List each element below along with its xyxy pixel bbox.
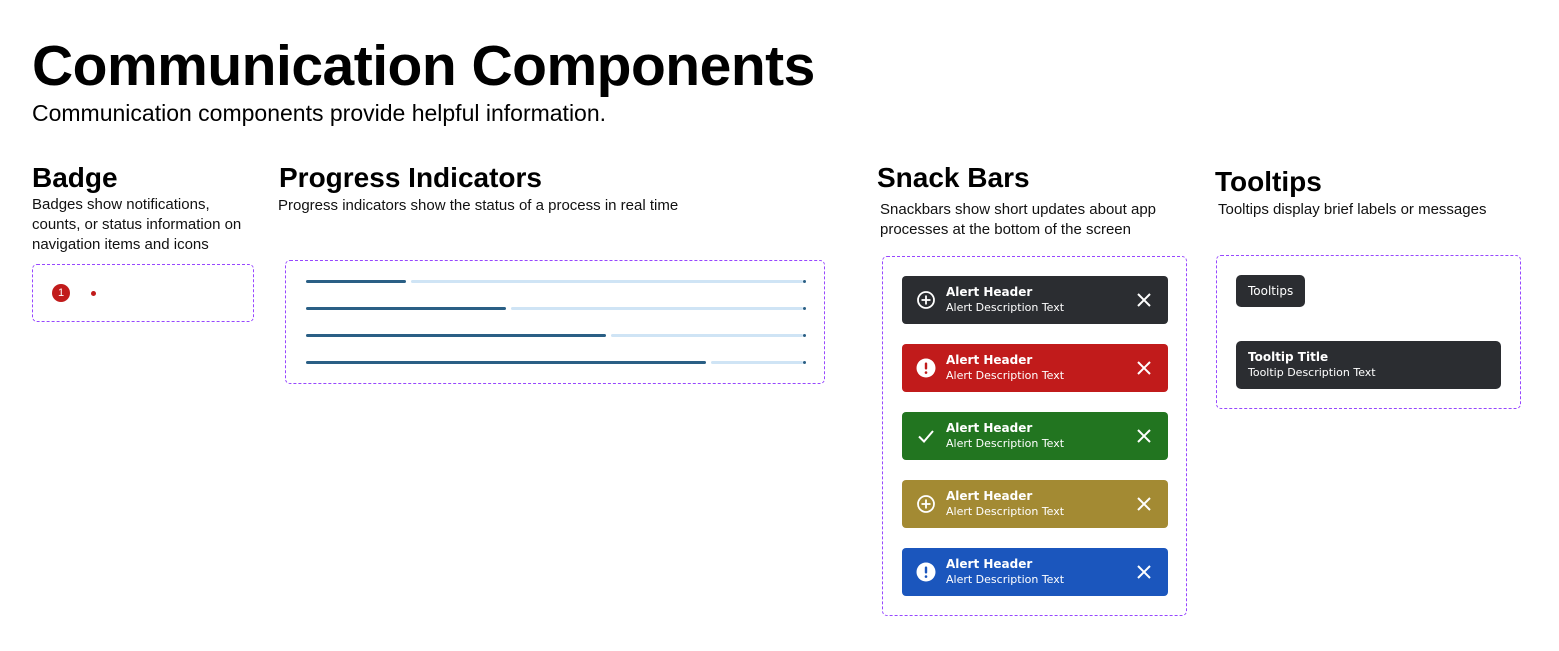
close-icon[interactable] (1134, 290, 1154, 310)
progress-section-description: Progress indicators show the status of a… (278, 197, 679, 214)
snackbar: Alert Header Alert Description Text (902, 344, 1168, 392)
progress-bar-remaining (511, 307, 803, 310)
progress-bar-remaining (411, 280, 803, 283)
progress-bar (306, 307, 806, 310)
close-icon[interactable] (1134, 358, 1154, 378)
progress-bar-fill (306, 334, 606, 337)
plus-circle-icon (917, 495, 935, 513)
progress-bar-remaining (711, 361, 803, 364)
badge-examples-frame: 1 (32, 264, 254, 322)
tooltips-examples-frame: Tooltips Tooltip Title Tooltip Descripti… (1216, 255, 1521, 409)
exclamation-circle-icon (916, 358, 936, 378)
progress-bar-fill (306, 280, 406, 283)
snackbar-header: Alert Header (946, 421, 1033, 435)
page-subtitle: Communication components provide helpful… (32, 100, 607, 126)
snackbar-text: Alert Header Alert Description Text (946, 420, 1064, 452)
snackbar-description: Alert Description Text (946, 301, 1065, 314)
progress-bar (306, 334, 806, 337)
progress-bar-end-dot (803, 307, 806, 310)
snackbar-text: Alert Header Alert Description Text (946, 556, 1064, 588)
progress-bar-end-dot (803, 334, 806, 337)
badge-section-description: Badges show notifications, counts, or st… (32, 196, 242, 253)
badge-section-title: Badge (32, 162, 118, 193)
progress-examples-frame (285, 260, 825, 384)
tooltip-description: Tooltip Description Text (1248, 366, 1376, 379)
badge-dot (91, 291, 96, 296)
progress-section-title: Progress Indicators (279, 162, 542, 193)
snackbar-header: Alert Header (946, 285, 1033, 299)
progress-bar (306, 361, 806, 364)
progress-bar (306, 280, 806, 283)
progress-bar-remaining (611, 334, 803, 337)
snackbar: Alert Header Alert Description Text (902, 480, 1168, 528)
progress-bar-fill (306, 307, 506, 310)
snackbar-description: Alert Description Text (946, 437, 1065, 450)
progress-bar-end-dot (803, 280, 806, 283)
progress-bar-end-dot (803, 361, 806, 364)
snackbar-description: Alert Description Text (946, 369, 1065, 382)
snackbar: Alert Header Alert Description Text (902, 276, 1168, 324)
tooltip-rich: Tooltip Title Tooltip Description Text (1236, 341, 1501, 389)
snackbar-header: Alert Header (946, 353, 1033, 367)
tooltips-section-description: Tooltips display brief labels or message… (1218, 201, 1487, 218)
tooltips-section-title: Tooltips (1215, 166, 1322, 197)
snackbar-header: Alert Header (946, 557, 1033, 571)
snackbar-description: Alert Description Text (946, 505, 1065, 518)
tooltip-simple: Tooltips (1236, 275, 1306, 307)
close-icon[interactable] (1134, 562, 1154, 582)
snackbar-text: Alert Header Alert Description Text (946, 352, 1064, 384)
close-icon[interactable] (1134, 426, 1154, 446)
badge-count: 1 (52, 284, 70, 302)
exclamation-circle-icon (916, 562, 936, 582)
snackbar: Alert Header Alert Description Text (902, 548, 1168, 596)
page-title: Communication Components (32, 34, 815, 98)
checkmark-icon (918, 430, 934, 443)
snackbar: Alert Header Alert Description Text (902, 412, 1168, 460)
snackbar-description: Alert Description Text (946, 573, 1065, 586)
snackbar-text: Alert Header Alert Description Text (946, 284, 1064, 316)
tooltip-title: Tooltip Title (1248, 350, 1329, 364)
plus-circle-icon (917, 291, 935, 309)
progress-bar-fill (306, 361, 706, 364)
snackbar-text: Alert Header Alert Description Text (946, 488, 1064, 520)
snackbars-examples-frame: Alert Header Alert Description Text Aler… (882, 256, 1187, 616)
snackbars-section-title: Snack Bars (877, 162, 1030, 193)
close-icon[interactable] (1134, 494, 1154, 514)
snackbar-header: Alert Header (946, 489, 1033, 503)
snackbars-section-description: Snackbars show short updates about app p… (880, 201, 1157, 238)
